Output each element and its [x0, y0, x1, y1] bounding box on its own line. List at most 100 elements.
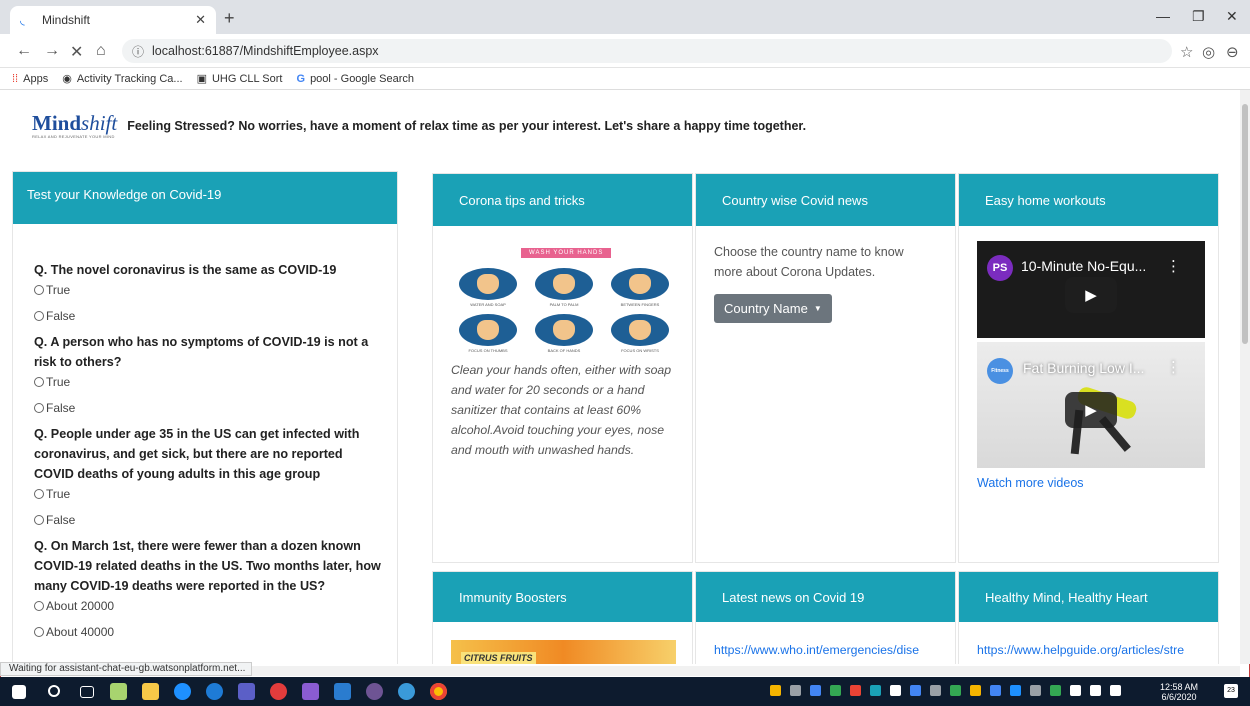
address-bar[interactable]: ⓘ localhost:61887/MindshiftEmployee.aspx — [122, 39, 1172, 63]
notification-center-icon[interactable]: 23 — [1224, 684, 1238, 698]
edge-icon[interactable] — [206, 683, 223, 700]
radio-icon[interactable] — [34, 627, 44, 637]
who-link[interactable]: https://www.who.int/emergencies/dise — [696, 622, 955, 664]
quiz-title: Test your Knowledge on Covid-19 — [13, 172, 397, 224]
more-vert-icon[interactable]: ⋮ — [1166, 358, 1181, 376]
radio-icon[interactable] — [34, 601, 44, 611]
more-vert-icon[interactable]: ⋮ — [1166, 257, 1181, 275]
close-tab-icon[interactable]: ✕ — [195, 12, 206, 28]
browser-tab[interactable]: ◟ Mindshift ✕ — [10, 6, 216, 34]
citrus-image: CITRUS FRUITS — [451, 640, 676, 664]
tab-strip: ◟ Mindshift ✕ + — ❐ ✕ — [0, 0, 1250, 34]
system-clock[interactable]: 12:58 AM 6/6/2020 — [1160, 682, 1198, 702]
tray-icon[interactable] — [950, 685, 961, 696]
radio-icon[interactable] — [34, 403, 44, 413]
video-title[interactable]: Fat Burning Low I... — [1023, 360, 1144, 376]
option-label: About 20000 — [46, 599, 115, 613]
battery-icon[interactable] — [1070, 685, 1081, 696]
tray-icon[interactable] — [1030, 685, 1041, 696]
github-icon[interactable] — [366, 683, 383, 700]
bookmark-apps[interactable]: ⁞⁞ Apps — [12, 73, 48, 85]
windows-start-icon[interactable] — [12, 685, 26, 699]
new-tab-button[interactable]: + — [224, 8, 235, 29]
tray-icon[interactable] — [970, 685, 981, 696]
stop-icon[interactable]: ✕ — [70, 42, 83, 62]
quiz-option[interactable]: About 40000 — [34, 622, 383, 642]
info-icon[interactable]: ⓘ — [132, 43, 144, 60]
minimize-button[interactable]: — — [1156, 8, 1170, 24]
country-dropdown[interactable]: Country Name ▼ — [714, 294, 832, 323]
tray-icon[interactable] — [790, 685, 801, 696]
tray-icon[interactable] — [850, 685, 861, 696]
tray-icon[interactable] — [910, 685, 921, 696]
tray-icon[interactable] — [770, 685, 781, 696]
search-icon[interactable] — [48, 685, 60, 697]
close-window-button[interactable]: ✕ — [1226, 8, 1238, 25]
ie-icon[interactable] — [174, 683, 191, 700]
helpguide-link[interactable]: https://www.helpguide.org/articles/stre — [959, 622, 1218, 664]
app-icon[interactable] — [398, 683, 415, 700]
extension-icon[interactable]: ◎ — [1202, 43, 1215, 61]
network-icon[interactable] — [1090, 685, 1101, 696]
quiz-option[interactable]: True — [34, 372, 383, 392]
option-label: True — [46, 375, 71, 389]
video-player[interactable]: Fitness Fat Burning Low I... ⋮ ▶ — [977, 342, 1205, 468]
visual-studio-icon[interactable] — [302, 683, 319, 700]
play-icon[interactable]: ▶ — [1065, 277, 1117, 313]
tray-icon[interactable] — [830, 685, 841, 696]
handwash-banner: WASH YOUR HANDS — [521, 248, 612, 258]
who-link-text[interactable]: https://www.who.int/emergencies/dise — [714, 643, 919, 657]
file-explorer-icon[interactable] — [142, 683, 159, 700]
logo-subtitle: RELAX AND REJUVENATE YOUR MIND — [32, 134, 115, 139]
radio-icon[interactable] — [34, 515, 44, 525]
video-title[interactable]: 10-Minute No-Equ... — [1021, 258, 1146, 274]
teams-icon[interactable] — [238, 683, 255, 700]
quiz-option[interactable]: About 20000 — [34, 596, 383, 616]
home-icon[interactable]: ⌂ — [96, 42, 106, 60]
quiz-option[interactable]: True — [34, 280, 383, 300]
radio-icon[interactable] — [34, 489, 44, 499]
channel-avatar: PS — [987, 255, 1013, 281]
option-label: True — [46, 283, 71, 297]
volume-icon[interactable] — [1110, 685, 1121, 696]
hand-caption: PALM TO PALM — [549, 302, 579, 307]
clock-date: 6/6/2020 — [1161, 692, 1197, 702]
video-player[interactable]: PS 10-Minute No-Equ... ⋮ ▶ — [977, 241, 1205, 338]
tray-icon[interactable] — [870, 685, 881, 696]
tray-icon[interactable] — [930, 685, 941, 696]
mindshift-logo[interactable]: Mindshift RELAX AND REJUVENATE YOUR MIND — [32, 112, 117, 139]
bookmark-uhg[interactable]: ▣ UHG CLL Sort — [197, 72, 283, 86]
quiz-option[interactable]: False — [34, 398, 383, 418]
back-icon[interactable]: ← — [16, 42, 32, 60]
outlook-icon[interactable] — [334, 683, 351, 700]
quiz-question: Q. The novel coronavirus is the same as … — [34, 263, 337, 277]
tray-icon[interactable] — [1050, 685, 1061, 696]
radio-icon[interactable] — [34, 285, 44, 295]
maximize-button[interactable]: ❐ — [1192, 8, 1205, 25]
bookmark-label: UHG CLL Sort — [211, 72, 283, 85]
forward-icon[interactable]: → — [44, 42, 60, 60]
tray-icon[interactable] — [890, 685, 901, 696]
tray-icon[interactable] — [990, 685, 1001, 696]
quiz-option[interactable]: False — [34, 510, 383, 530]
helpguide-link-text[interactable]: https://www.helpguide.org/articles/stre — [977, 643, 1184, 657]
app-icon[interactable] — [270, 683, 287, 700]
app-icon[interactable] — [110, 683, 127, 700]
bookmark-star-icon[interactable]: ☆ — [1180, 43, 1193, 61]
scrollbar-thumb[interactable] — [1242, 104, 1248, 344]
healthy-mind-card: Healthy Mind, Healthy Heart https://www.… — [958, 571, 1219, 664]
quiz-option[interactable]: False — [34, 306, 383, 326]
tray-icon[interactable] — [1010, 685, 1021, 696]
watch-more-link[interactable]: Watch more videos — [959, 468, 1218, 490]
chrome-icon[interactable] — [430, 683, 447, 700]
horizontal-scrollbar[interactable] — [252, 666, 1240, 676]
profile-icon[interactable]: ⊖ — [1226, 43, 1239, 61]
quiz-option[interactable]: True — [34, 484, 383, 504]
tray-icon[interactable] — [810, 685, 821, 696]
play-icon[interactable]: ▶ — [1065, 392, 1117, 428]
task-view-icon[interactable] — [80, 686, 94, 698]
bookmark-pool[interactable]: Gpool - Google Search — [297, 73, 415, 85]
bookmark-activity[interactable]: ◉ Activity Tracking Ca... — [62, 72, 182, 86]
radio-icon[interactable] — [34, 311, 44, 321]
radio-icon[interactable] — [34, 377, 44, 387]
